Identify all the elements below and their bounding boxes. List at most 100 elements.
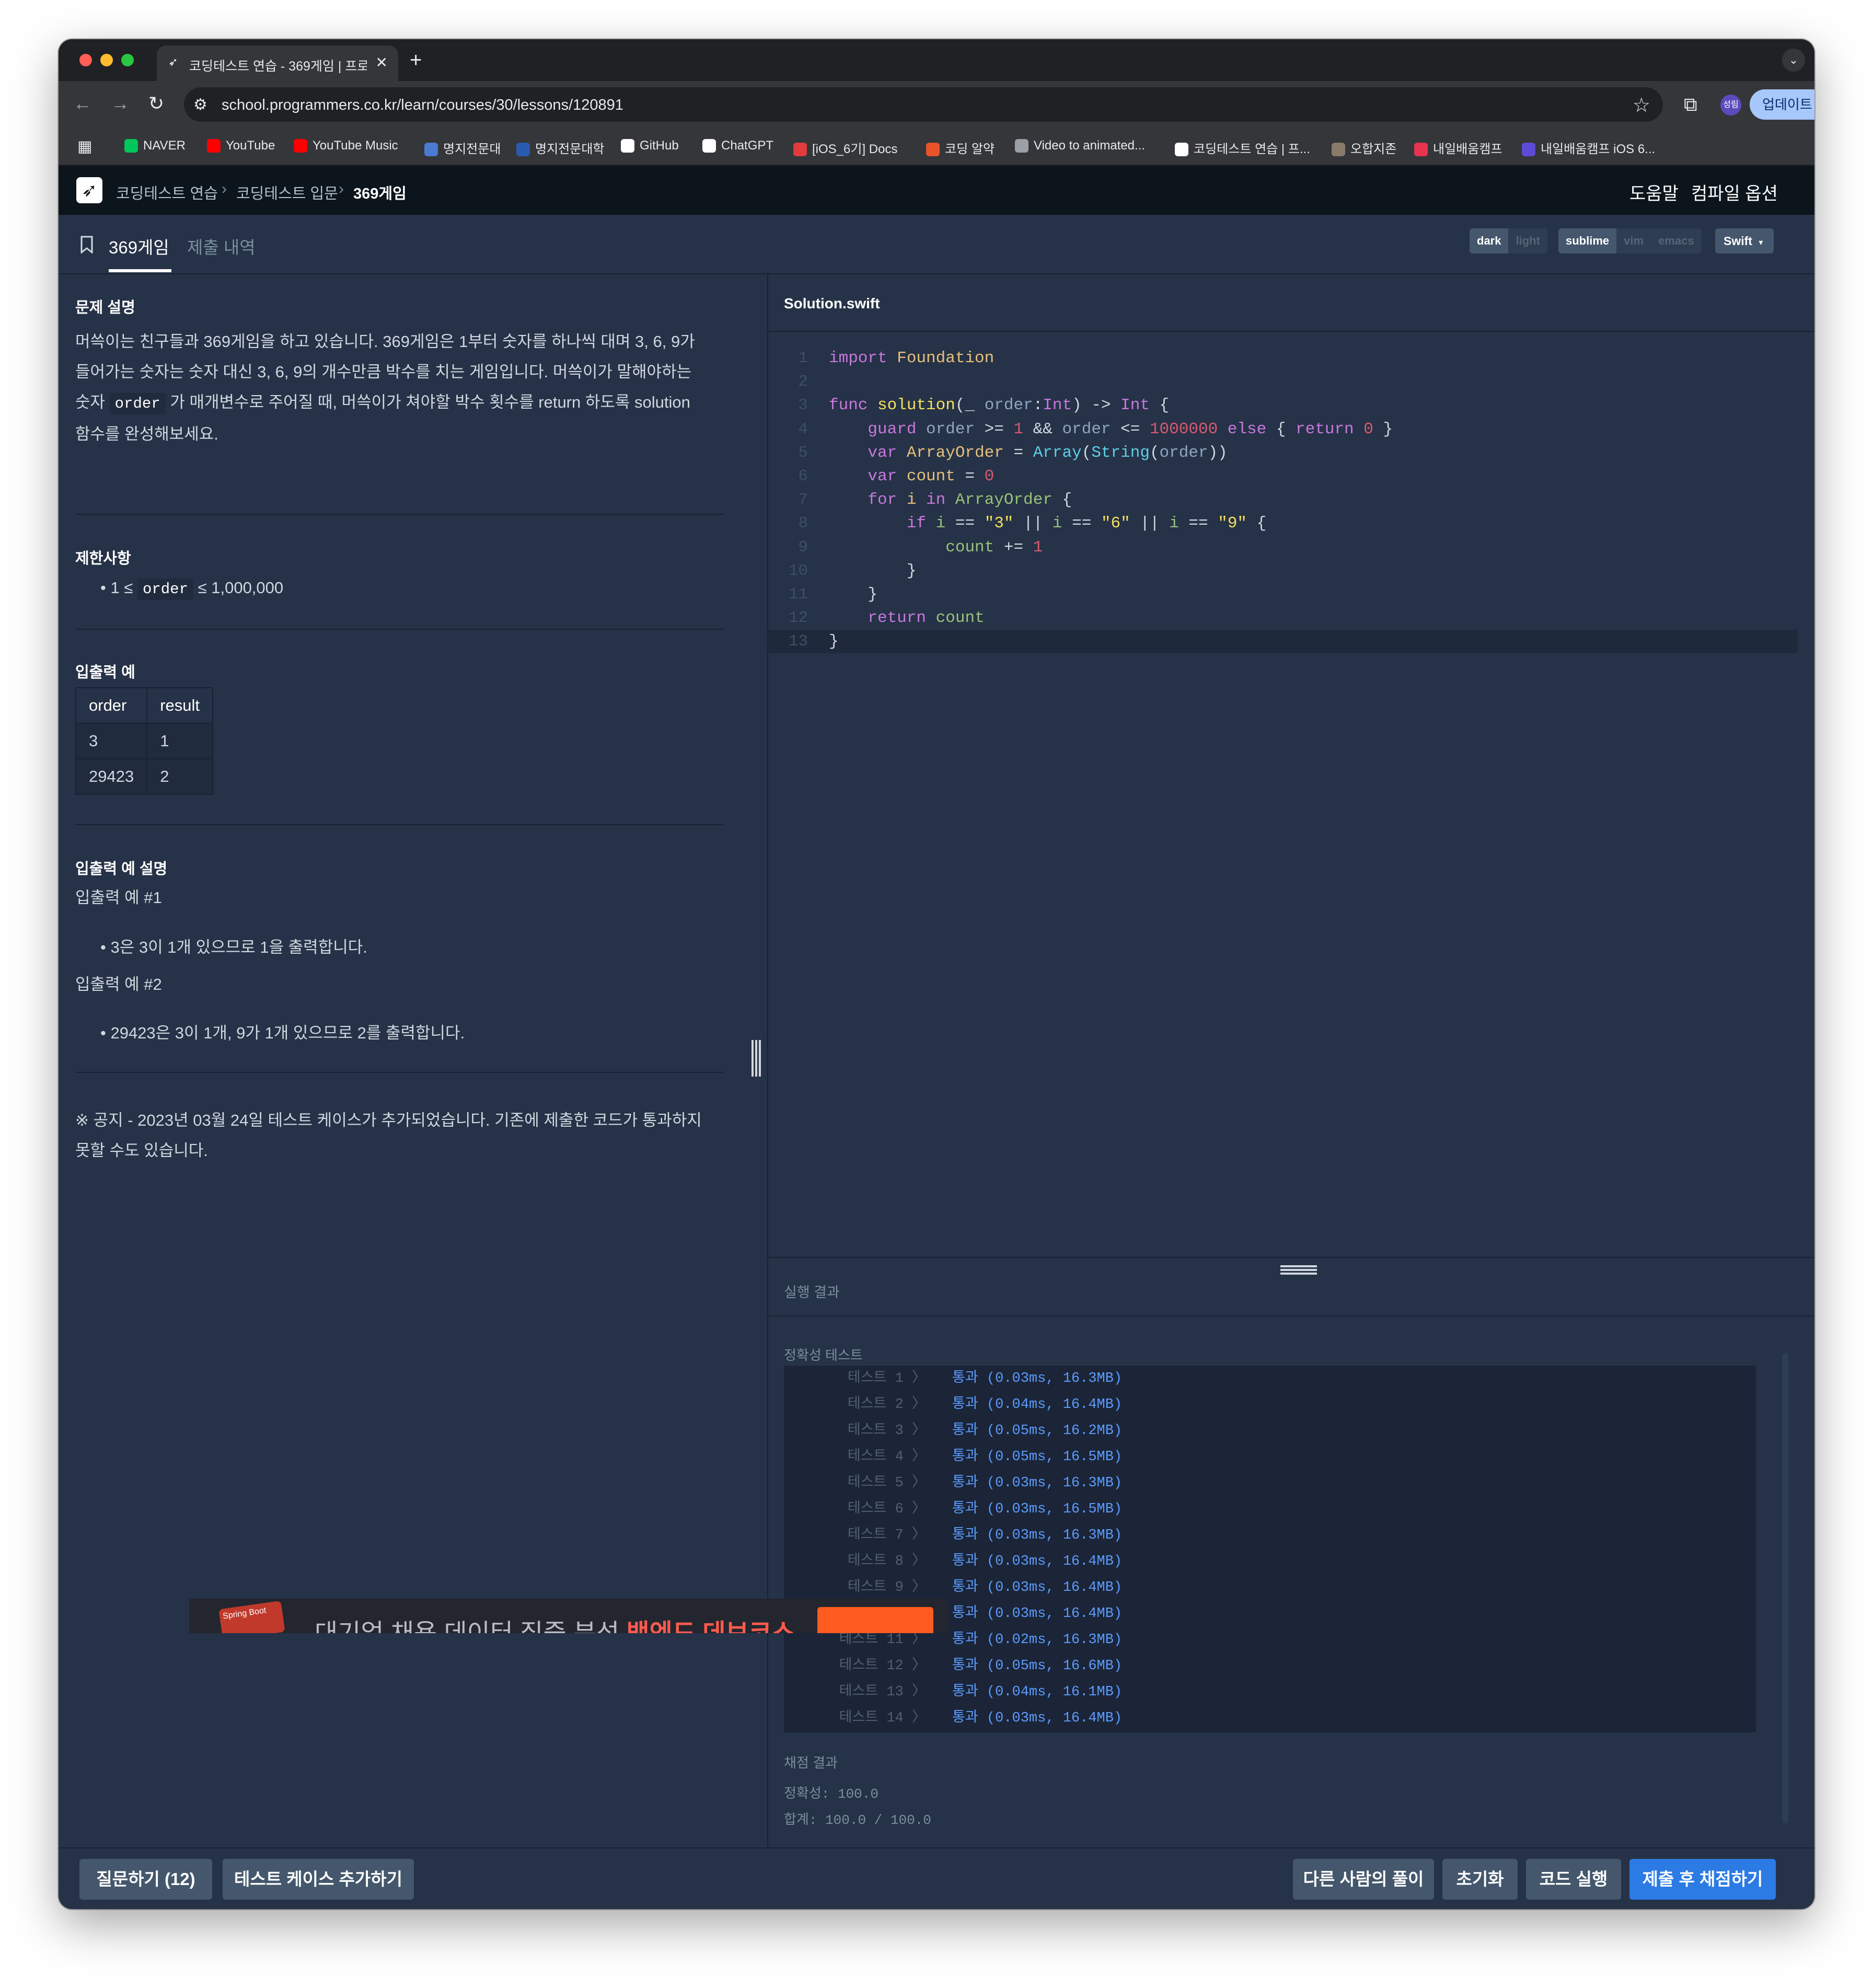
reset-button[interactable]: 초기화 <box>1442 1859 1518 1900</box>
minimize-window-button[interactable] <box>100 54 113 66</box>
language-label: Swift <box>1724 234 1752 248</box>
bookmark-label: 명지전문대학 <box>535 142 605 156</box>
url-text: school.programmers.co.kr/learn/courses/3… <box>222 97 623 113</box>
bookmark-item[interactable]: 코딩 알약 <box>926 138 995 157</box>
theme-dark-option[interactable]: dark <box>1470 228 1509 253</box>
forward-icon[interactable]: → <box>111 93 130 114</box>
new-tab-icon[interactable]: + <box>410 49 422 72</box>
tab-search-icon[interactable]: ⌄ <box>1782 49 1805 72</box>
result-resize-handle[interactable] <box>1280 1265 1317 1275</box>
test-result: 통과 (0.03ms, 16.3MB) <box>952 1475 1123 1491</box>
notice-line: ※ 공지 - 2023년 03월 24일 테스트 케이스가 추가되었습니다. 기… <box>75 1111 702 1129</box>
total-score: 합계: 100.0 / 100.0 <box>784 1812 931 1828</box>
bookmark-label: 내일배움캠프 iOS 6... <box>1541 142 1656 156</box>
profile-avatar[interactable]: 성림 <box>1720 95 1741 115</box>
test-result: 통과 (0.03ms, 16.5MB) <box>952 1501 1123 1517</box>
description-line: 숫자 order 가 매개변수로 주어질 때, 머쓱이가 쳐야할 박수 횟수를 … <box>75 387 734 419</box>
line-number: 3 <box>798 396 808 415</box>
bookmark-item[interactable]: 명지전문대학 <box>516 138 604 157</box>
test-results-box: 테스트 1 〉 통과 (0.03ms, 16.3MB) 테스트 2 〉 통과 (0.0… <box>784 1366 1756 1732</box>
code-line[interactable]: 10 } <box>768 559 1798 583</box>
site-info-icon[interactable]: ⚙ <box>193 96 207 114</box>
test-result-row: 테스트 5 〉 통과 (0.03ms, 16.3MB) <box>784 1470 1756 1496</box>
extensions-icon[interactable]: ⧉ <box>1684 94 1697 116</box>
ad-banner[interactable]: Spring Boot 대기업 채용 데이터 집중 분석 백엔드 데브코스 <box>189 1599 947 1633</box>
code-line[interactable]: 6 var count = 0 <box>768 465 1798 488</box>
code-line[interactable]: 8 if i == "3" || i == "6" || i == "9" { <box>768 512 1798 535</box>
maximize-window-button[interactable] <box>121 54 134 66</box>
bookmark-label: YouTube <box>226 138 275 153</box>
keymap-emacs-option[interactable]: emacs <box>1651 228 1702 253</box>
apps-grid-icon[interactable]: ▦ <box>77 137 92 156</box>
code-line[interactable]: 9 count += 1 <box>768 536 1798 559</box>
bookmark-item[interactable]: YouTube <box>207 138 275 153</box>
code-line[interactable]: 13} <box>768 630 1798 654</box>
theme-light-option[interactable]: light <box>1508 228 1547 253</box>
tab-problem[interactable]: 369게임 <box>109 234 169 259</box>
reload-icon[interactable]: ↻ <box>148 93 164 114</box>
bookmark-star-icon[interactable]: ☆ <box>1633 94 1650 117</box>
code-line[interactable]: 7 for i in ArrayOrder { <box>768 488 1798 512</box>
bookmark-item[interactable]: NAVER <box>124 138 186 153</box>
bookmark-item[interactable]: 명지전문대 <box>424 138 501 157</box>
bookmark-item[interactable]: 코딩테스트 연습 | 프... <box>1175 138 1310 157</box>
code-line[interactable]: 3 func solution(_ order:Int) -> Int { <box>768 394 1798 417</box>
code-line[interactable]: 1 import Foundation <box>768 346 1798 370</box>
panel-resize-handle[interactable] <box>751 1040 761 1077</box>
bookmark-item[interactable]: YouTube Music <box>294 138 398 153</box>
address-bar[interactable]: ⚙ school.programmers.co.kr/learn/courses… <box>184 87 1663 122</box>
close-window-button[interactable] <box>79 54 92 66</box>
code-line[interactable]: 11 } <box>768 583 1798 606</box>
code-text: if i == "3" || i == "6" || i == "9" { <box>906 514 1267 533</box>
result-scrollbar[interactable] <box>1782 1353 1788 1823</box>
code-editor[interactable]: 1 import Foundation 2 3 func solution(_ orde… <box>768 331 1814 1258</box>
language-select[interactable]: Swift ▾ <box>1715 228 1774 253</box>
close-tab-icon[interactable]: ✕ <box>376 54 388 71</box>
test-result-row: 테스트 8 〉 통과 (0.03ms, 16.4MB) <box>784 1548 1756 1575</box>
docs-icon <box>793 143 807 156</box>
example-2-text: 29423은 3이 1개, 9가 1개 있으므로 2를 출력합니다. <box>110 1024 465 1042</box>
help-link[interactable]: 도움말 <box>1629 179 1679 205</box>
others-solution-button[interactable]: 다른 사람의 풀이 <box>1293 1859 1434 1900</box>
keymap-sublime-option[interactable]: sublime <box>1558 228 1617 253</box>
code-line[interactable]: 5 var ArrayOrder = Array(String(order)) <box>768 441 1798 465</box>
ad-cta-button[interactable] <box>817 1607 933 1633</box>
table-row: 3 1 <box>75 723 214 759</box>
browser-tab[interactable]: ➶ 코딩테스트 연습 - 369게임 | 프로 ✕ <box>157 45 398 81</box>
compile-options-link[interactable]: 컴파일 옵션 <box>1691 179 1778 205</box>
keymap-toggle: sublime vim emacs <box>1558 228 1702 253</box>
bookmark-item[interactable]: GitHub <box>621 138 679 153</box>
bookmark-icon[interactable] <box>80 236 93 253</box>
video-icon <box>1015 139 1028 153</box>
code-line[interactable]: 2 <box>768 370 1798 394</box>
keymap-vim-option[interactable]: vim <box>1616 228 1651 253</box>
tab-submissions[interactable]: 제출 내역 <box>187 234 256 259</box>
line-number: 7 <box>798 491 808 510</box>
breadcrumb-item-intro[interactable]: 코딩테스트 입문 <box>236 181 338 203</box>
test-result: 통과 (0.05ms, 16.5MB) <box>952 1449 1123 1465</box>
line-number: 13 <box>788 632 808 651</box>
update-button[interactable]: 업데이트 완료 ⋮ <box>1750 89 1814 120</box>
run-code-button[interactable]: 코드 실행 <box>1526 1859 1621 1900</box>
description-text: 머쓱이는 친구들과 369게임을 하고 있습니다. 369게임은 1부터 숫자를… <box>75 327 734 449</box>
code-line[interactable]: 12 return count <box>768 606 1798 630</box>
line-number: 8 <box>798 514 808 533</box>
test-result-row: 테스트 13 〉 통과 (0.04ms, 16.1MB) <box>784 1679 1756 1705</box>
submit-button[interactable]: 제출 후 채점하기 <box>1629 1859 1776 1900</box>
example-1-title: 입출력 예 #1 <box>75 888 162 907</box>
bookmark-item[interactable]: ChatGPT <box>702 138 773 153</box>
bookmark-item[interactable]: [iOS_6기] Docs <box>793 138 897 157</box>
back-icon[interactable]: ← <box>73 93 92 114</box>
breadcrumb-item-practice[interactable]: 코딩테스트 연습 <box>116 181 218 203</box>
add-testcase-button[interactable]: 테스트 케이스 추가하기 <box>223 1859 414 1900</box>
programmers-logo-icon[interactable]: ➶ <box>76 177 102 203</box>
question-button[interactable]: 질문하기 (12) <box>79 1859 212 1900</box>
test-result-row: 테스트 7 〉 통과 (0.03ms, 16.3MB) <box>784 1522 1756 1548</box>
code-line[interactable]: 4 guard order >= 1 && order <= 1000000 e… <box>768 418 1798 441</box>
bookmark-item[interactable]: 내일배움캠프 <box>1414 138 1502 157</box>
bookmark-item[interactable]: Video to animated... <box>1015 138 1145 153</box>
test-name: 테스트 6 〉 <box>847 1501 926 1517</box>
inline-code: order <box>137 579 193 600</box>
bookmark-item[interactable]: 내일배움캠프 iOS 6... <box>1522 138 1655 157</box>
bookmark-item[interactable]: 오합지존 <box>1332 138 1396 157</box>
